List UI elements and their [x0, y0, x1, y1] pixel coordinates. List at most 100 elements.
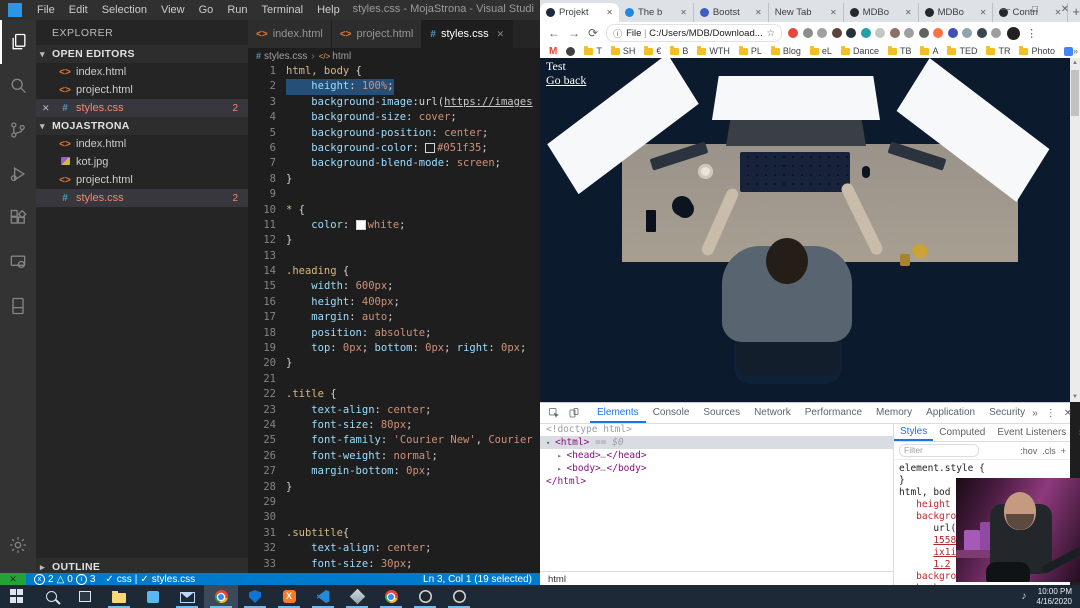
tab-close-icon[interactable]: ✕ [755, 8, 762, 17]
dom-node[interactable]: ▾<html> == $0 [540, 436, 893, 449]
minimize-button[interactable]: — [990, 0, 1020, 20]
page-info-icon[interactable]: ⓘ [613, 27, 622, 40]
code-line-31[interactable]: 31.subtitle{ [248, 526, 540, 541]
code-line-19[interactable]: 19 top: 0px; bottom: 0px; right: 0px; [248, 341, 540, 356]
cursor-position-status[interactable]: Ln 3, Col 1 (19 selected) [423, 574, 532, 585]
file-explorer-icon[interactable] [102, 585, 136, 608]
close-icon[interactable]: ✕ [42, 103, 50, 114]
dom-node[interactable]: ▸<head>…</head> [540, 449, 893, 462]
menu-run[interactable]: Run [220, 4, 254, 16]
task-view-button[interactable] [68, 585, 102, 608]
source-control-icon[interactable] [0, 108, 36, 152]
problems-status[interactable]: x2 △0 i3 [34, 574, 95, 585]
browser-tab-The b[interactable]: The b✕ [619, 3, 694, 22]
code-line-12[interactable]: 12} [248, 233, 540, 248]
run-debug-icon[interactable] [0, 152, 36, 196]
new-rule-button[interactable]: + [1061, 446, 1066, 456]
taskbar-clock[interactable]: 10:00 PM 4/16/2020 [1036, 587, 1072, 607]
obs-2-icon[interactable] [442, 585, 476, 608]
dom-node[interactable]: ▸<body>…</body> [540, 462, 893, 475]
styles-tab-styles[interactable]: Styles [894, 423, 933, 441]
device-toolbar-icon[interactable] [568, 407, 580, 419]
bookmark-TR[interactable]: TR [986, 46, 1010, 56]
bookmark-blue[interactable] [1064, 47, 1073, 56]
file-item-styles.css[interactable]: #styles.css2 [36, 189, 248, 207]
tab-close-icon[interactable]: ✕ [980, 8, 987, 17]
browser-tab-Bootst[interactable]: Bootst✕ [694, 3, 769, 22]
code-line-4[interactable]: 4 background-size: cover; [248, 110, 540, 125]
code-line-17[interactable]: 17 margin: auto; [248, 310, 540, 325]
menu-file[interactable]: File [30, 4, 62, 16]
bookmark-Blog[interactable]: Blog [771, 46, 801, 56]
files-icon[interactable] [0, 20, 36, 64]
file-item-styles.css[interactable]: ✕#styles.css2 [36, 99, 248, 117]
browser-tab-New Tab[interactable]: New Tab✕ [769, 3, 844, 22]
file-item-index.html[interactable]: <>index.html [36, 135, 248, 153]
forward-button[interactable]: → [568, 26, 580, 40]
bookmark-gmail[interactable]: M [549, 46, 557, 57]
back-button[interactable]: ← [548, 26, 560, 40]
styles-tabs-overflow[interactable]: » [1072, 427, 1080, 438]
file-item-project.html[interactable]: <>project.html [36, 171, 248, 189]
scrollbar-thumb[interactable] [1071, 70, 1079, 116]
devtools-tabs-overflow[interactable]: » [1032, 408, 1038, 419]
code-line-20[interactable]: 20} [248, 356, 540, 371]
devtools-tab-security[interactable]: Security [982, 403, 1032, 423]
code-line-29[interactable]: 29 [248, 495, 540, 510]
menu-edit[interactable]: Edit [62, 4, 95, 16]
tab-styles.css[interactable]: #styles.css✕ [422, 20, 513, 48]
bookmark-PL[interactable]: PL [739, 46, 762, 56]
extension-icon[interactable] [890, 28, 900, 38]
menu-go[interactable]: Go [192, 4, 221, 16]
extension-icon[interactable] [904, 28, 914, 38]
devtools-tab-sources[interactable]: Sources [696, 403, 747, 423]
code-line-14[interactable]: 14.heading { [248, 264, 540, 279]
extension-icon[interactable] [817, 28, 827, 38]
browser-tab-MDBo[interactable]: MDBo✕ [919, 3, 994, 22]
file-item-project.html[interactable]: <>project.html [36, 81, 248, 99]
extension-icon[interactable] [933, 28, 943, 38]
page-scrollbar[interactable]: ▲ ▼ [1070, 58, 1080, 402]
tab-close-icon[interactable]: ✕ [680, 8, 687, 17]
code-line-33[interactable]: 33 font-size: 30px; [248, 557, 540, 572]
code-line-3[interactable]: 3 background-image:url(https://images [248, 95, 540, 110]
settings-gear-icon[interactable] [0, 523, 36, 567]
scroll-down-icon[interactable]: ▼ [1070, 392, 1080, 402]
profile-avatar[interactable] [1007, 27, 1020, 40]
chrome-menu-icon[interactable]: ⋮ [1026, 27, 1037, 40]
extension-icon[interactable] [962, 28, 972, 38]
devtools-close-icon[interactable]: ✕ [1064, 408, 1072, 419]
mail-icon[interactable] [170, 585, 204, 608]
bookmark-Photo[interactable]: Photo [1019, 46, 1055, 56]
devtools-menu-icon[interactable]: ⋮ [1046, 408, 1056, 419]
bookmark-WTH[interactable]: WTH [697, 46, 730, 56]
browser-tab-MDBo[interactable]: MDBo✕ [844, 3, 919, 22]
code-line-27[interactable]: 27 margin-bottom: 0px; [248, 464, 540, 479]
code-line-10[interactable]: 10* { [248, 203, 540, 218]
tab-close-icon[interactable]: ✕ [905, 8, 912, 17]
tab-project.html[interactable]: <>project.html [332, 20, 423, 48]
extension-icon[interactable] [803, 28, 813, 38]
viewer-icon[interactable] [340, 585, 374, 608]
devtools-tab-network[interactable]: Network [747, 403, 798, 423]
chrome-icon[interactable] [204, 585, 238, 608]
extensions-icon[interactable] [0, 196, 36, 240]
code-line-5[interactable]: 5 background-position: center; [248, 126, 540, 141]
address-bar[interactable]: ⓘ File | C:/Users/MDB/Download... ☆ [606, 24, 782, 42]
code-line-26[interactable]: 26 font-weight: normal; [248, 449, 540, 464]
store-icon[interactable] [136, 585, 170, 608]
maximize-button[interactable]: □ [1020, 0, 1050, 20]
menu-selection[interactable]: Selection [95, 4, 154, 16]
code-line-6[interactable]: 6 background-color: #051f35; [248, 141, 540, 156]
bookmark-eL[interactable]: eL [810, 46, 832, 56]
devtools-footer-breadcrumb[interactable]: html [540, 571, 893, 586]
code-line-13[interactable]: 13 [248, 249, 540, 264]
extension-icon[interactable] [919, 28, 929, 38]
hov-toggle[interactable]: :hov [1020, 446, 1037, 456]
bookmark-SH[interactable]: SH [611, 46, 636, 56]
reload-button[interactable]: ⟳ [588, 26, 598, 40]
bookmark-TB[interactable]: TB [888, 46, 912, 56]
docs-icon[interactable] [0, 284, 36, 328]
tray-app-icon[interactable]: ♪ [1021, 591, 1026, 602]
bookmark-T[interactable]: T [584, 46, 602, 56]
